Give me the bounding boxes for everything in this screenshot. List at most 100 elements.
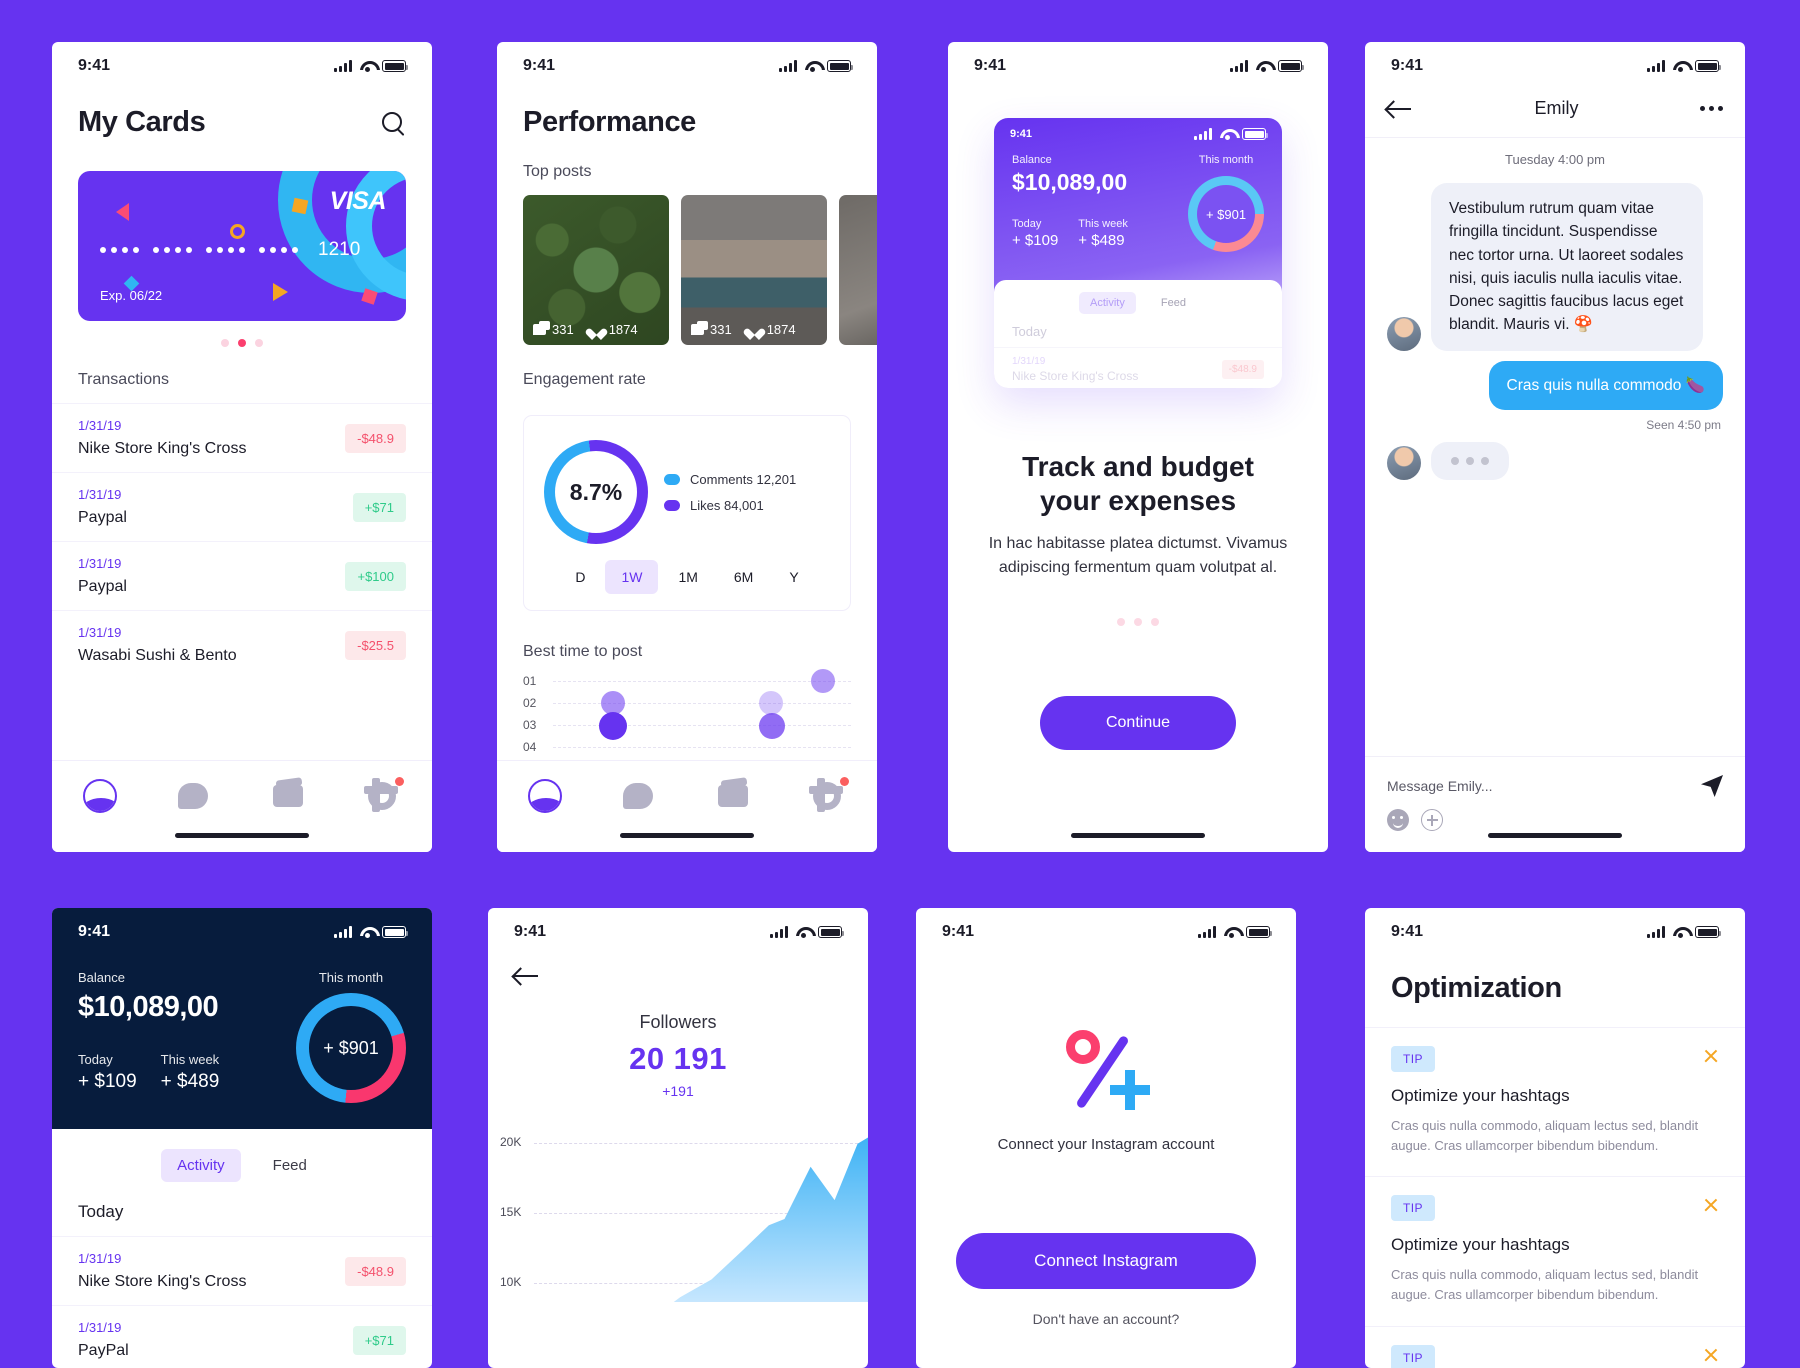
card-pager[interactable] <box>52 321 432 361</box>
screen-performance: 9:41 Performance Top posts 331 1874 331 <box>497 42 877 852</box>
credit-card[interactable]: VISA 1210 Exp. 06/22 <box>78 171 406 321</box>
period-1m[interactable]: 1M <box>662 560 713 594</box>
period-d[interactable]: D <box>559 560 601 594</box>
headline-line-1: Track and budget <box>1022 451 1254 482</box>
continue-button[interactable]: Continue <box>1040 696 1236 751</box>
comment-count: 331 <box>710 322 732 337</box>
y-tick: 04 <box>523 740 537 754</box>
more-options-icon[interactable] <box>1700 106 1723 111</box>
home-indicator <box>620 833 754 838</box>
page-title: Optimization <box>1391 972 1562 1004</box>
table-row[interactable]: 1/31/19 Nike Store King's Cross -$48.9 <box>52 403 432 472</box>
plus-icon[interactable] <box>1421 809 1443 831</box>
top-posts-carousel[interactable]: 331 1874 331 1874 <box>497 195 877 345</box>
wifi-icon <box>1672 926 1688 938</box>
status-bar: 9:41 <box>52 908 432 956</box>
home-icon[interactable] <box>82 779 117 813</box>
page-header: Performance <box>497 90 877 145</box>
pager-dot[interactable] <box>255 339 263 347</box>
chat-icon[interactable] <box>622 779 657 813</box>
like-count: 1874 <box>766 322 796 337</box>
period-6m[interactable]: 6M <box>718 560 769 594</box>
period-y[interactable]: Y <box>773 560 814 594</box>
list-item[interactable]: TIP Optimize your hashtags <box>1365 1325 1745 1368</box>
table-row[interactable]: 1/31/19 Paypal +$71 <box>52 472 432 541</box>
connect-instagram-button[interactable]: Connect Instagram <box>956 1233 1256 1289</box>
table-row[interactable]: 1/31/19 Paypal +$100 <box>52 541 432 610</box>
tab-activity[interactable]: Activity <box>161 1149 241 1182</box>
page-title: Performance <box>523 106 696 138</box>
bottom-tab-bar <box>497 760 877 852</box>
pager-dot[interactable] <box>221 339 229 347</box>
table-row[interactable]: 1/31/19 PayPal +$71 <box>52 1305 432 1368</box>
no-account-link[interactable]: Don't have an account? <box>916 1311 1296 1327</box>
signal-icon <box>334 926 352 938</box>
transaction-date: 1/31/19 <box>78 1320 122 1335</box>
activity-tabs[interactable]: Activity Feed <box>52 1129 432 1190</box>
pager-dot[interactable] <box>1117 618 1125 627</box>
comment-count: 331 <box>552 322 574 337</box>
today-value: + $109 <box>1012 232 1059 249</box>
card-dot-group <box>153 247 192 253</box>
engagement-label: Engagement rate <box>523 371 646 388</box>
message-row-typing <box>1365 432 1745 480</box>
table-row[interactable]: 1/31/19 Wasabi Sushi & Bento -$25.5 <box>52 610 432 679</box>
preview-section-label: Today <box>1012 324 1047 339</box>
back-arrow-icon[interactable] <box>514 966 540 986</box>
table-row[interactable]: 1/31/19 Nike Store King's Cross -$48.9 <box>52 1236 432 1305</box>
preview-balance-body: Balance $10,089,00 Today + $109 This wee… <box>994 140 1282 252</box>
post-thumbnail[interactable]: 331 1874 <box>681 195 827 345</box>
signal-icon <box>1647 60 1665 72</box>
week-value: + $489 <box>160 1071 220 1092</box>
week-value: + $489 <box>1078 232 1125 249</box>
screen-optimization: 9:41 Optimization TIP Optimize your hash… <box>1365 908 1745 1368</box>
close-icon[interactable] <box>1703 1048 1719 1064</box>
gridline <box>553 680 851 682</box>
balance-body: Balance $10,089,00 Today + $109 This wee… <box>52 956 432 1103</box>
period-selector[interactable]: D 1W 1M 6M Y <box>524 550 850 610</box>
list-item[interactable]: TIP Optimize your hashtags Cras quis nul… <box>1365 1027 1745 1176</box>
settings-icon[interactable] <box>808 777 849 813</box>
wifi-icon <box>1255 60 1271 72</box>
onboarding-pager[interactable] <box>948 580 1328 640</box>
wallet-icon[interactable] <box>272 779 307 813</box>
status-bar: 9:41 <box>916 908 1296 956</box>
settings-icon[interactable] <box>363 777 404 813</box>
status-bar: 9:41 <box>497 42 877 90</box>
followers-label: Followers <box>639 1012 717 1032</box>
status-icons <box>779 60 853 72</box>
pager-dot[interactable] <box>1134 618 1142 627</box>
preview-tabs: Activity Feed <box>994 280 1282 314</box>
best-time-label: Best time to post <box>523 643 643 660</box>
percent-plus-logo-icon <box>1060 1028 1152 1114</box>
screens-grid: 9:41 My Cards VISA 1210 Exp. 06/22 Trans… <box>0 0 1800 1368</box>
pager-dot-active[interactable] <box>238 339 246 347</box>
transaction-date: 1/31/19 <box>78 1251 122 1266</box>
seen-status: Seen 4:50 pm <box>1646 417 1721 432</box>
chat-icon[interactable] <box>177 779 212 813</box>
tip-body: Cras quis nulla commodo, aliquam lectus … <box>1391 1267 1699 1303</box>
battery-icon <box>1695 926 1721 938</box>
y-tick: 10K <box>500 1275 522 1289</box>
close-icon[interactable] <box>1703 1197 1719 1213</box>
close-icon[interactable] <box>1703 1347 1719 1363</box>
like-stat: 1874 <box>590 322 638 337</box>
search-icon[interactable] <box>380 110 406 136</box>
back-arrow-icon[interactable] <box>1387 99 1413 119</box>
page-header: Optimization <box>1365 956 1745 1027</box>
message-input[interactable]: Message Emily... <box>1387 778 1493 794</box>
list-item[interactable]: TIP Optimize your hashtags Cras quis nul… <box>1365 1176 1745 1325</box>
tab-feed[interactable]: Feed <box>257 1149 323 1182</box>
send-icon[interactable] <box>1701 775 1723 797</box>
wallet-icon[interactable] <box>717 779 752 813</box>
post-thumbnail[interactable] <box>839 195 877 345</box>
emoji-icon[interactable] <box>1387 809 1409 831</box>
comment-icon <box>691 321 708 335</box>
period-1w[interactable]: 1W <box>605 560 659 594</box>
post-thumbnail[interactable]: 331 1874 <box>523 195 669 345</box>
transaction-name: Paypal <box>78 578 127 595</box>
preview-transaction-row: 1/31/19 Nike Store King's Cross -$48.9 <box>994 347 1282 383</box>
pager-dot-active[interactable] <box>1151 618 1159 627</box>
status-time: 9:41 <box>78 57 111 74</box>
home-icon[interactable] <box>527 779 562 813</box>
